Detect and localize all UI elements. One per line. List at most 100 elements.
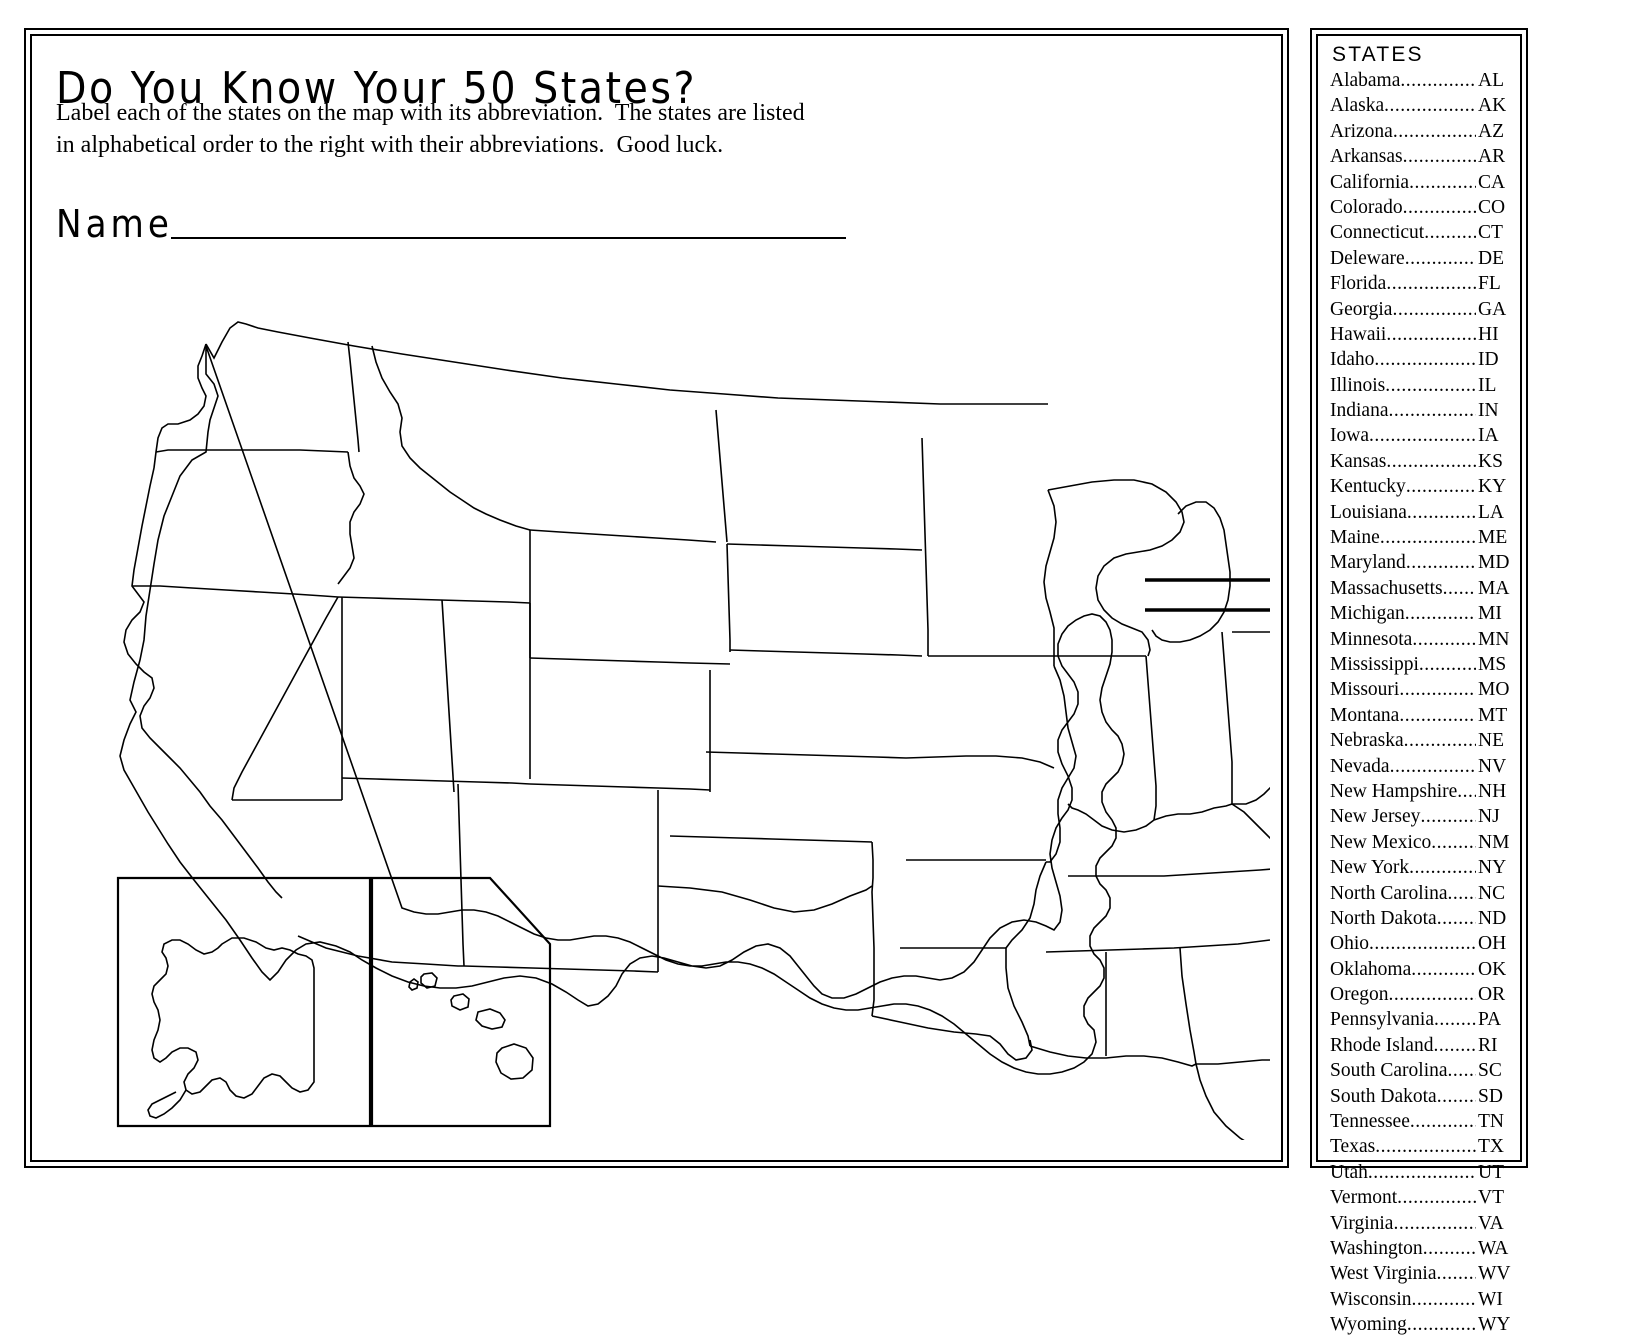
- state-abbreviation: MT: [1478, 704, 1508, 726]
- washington-oregon-border: [156, 450, 348, 452]
- state-list-item: Missouri................................…: [1330, 677, 1512, 702]
- west-coast-outline: [206, 322, 1048, 404]
- wyoming-colorado-border: [530, 658, 730, 664]
- dakotas-minnesota-border: [922, 438, 928, 656]
- gulf-coast-alabama-florida: [1030, 1046, 1196, 1066]
- state-abbreviation: WI: [1478, 1288, 1503, 1310]
- state-list-item: Virginia................................…: [1330, 1211, 1512, 1236]
- state-list-item: North Dakota............................…: [1330, 906, 1512, 931]
- hawaii-island-kauai: [421, 973, 437, 988]
- dot-leader: ........................................: [1409, 171, 1476, 193]
- state-abbreviation: MA: [1478, 577, 1510, 599]
- state-abbreviation: TX: [1478, 1136, 1504, 1158]
- state-list-item: Texas...................................…: [1330, 1134, 1512, 1159]
- instructions-line-2: in alphabetical order to the right with …: [56, 131, 724, 158]
- state-abbreviation: VA: [1478, 1212, 1504, 1234]
- lower-michigan-outline: [1152, 502, 1230, 642]
- dot-leader: ........................................: [1409, 1111, 1476, 1133]
- state-abbreviation: RI: [1478, 1034, 1498, 1056]
- state-abbreviation: DE: [1478, 247, 1504, 269]
- dot-leader: ........................................: [1384, 95, 1476, 117]
- worksheet-page: Do You Know Your 50 States? Label each o…: [0, 0, 1650, 1335]
- dot-leader: ........................................: [1379, 527, 1476, 549]
- state-list-item: Maine...................................…: [1330, 525, 1512, 550]
- indiana-ohio-border: [1222, 632, 1232, 804]
- instructions-line-1: Label each of the states on the map with…: [56, 100, 805, 126]
- hawaii-island-big-island: [496, 1044, 533, 1079]
- state-abbreviation: SC: [1478, 1060, 1502, 1082]
- hawaii-island-oahu: [451, 994, 469, 1010]
- state-name: Rhode Island: [1330, 1034, 1434, 1056]
- montana-north-dakota-border: [716, 410, 727, 542]
- dot-leader: ........................................: [1403, 730, 1476, 752]
- dot-leader: ........................................: [1404, 603, 1476, 625]
- dot-leader: ........................................: [1411, 1288, 1476, 1310]
- utah-arizona-border: [342, 778, 530, 784]
- dot-leader: ........................................: [1374, 349, 1476, 371]
- louisiana-mississippi-border: [1006, 948, 1030, 1046]
- state-abbreviation: NV: [1478, 755, 1507, 777]
- alaska-outline: [152, 938, 314, 1098]
- state-abbreviation: AK: [1478, 95, 1507, 117]
- state-name: New Jersey: [1330, 806, 1421, 828]
- state-list-item: Georgia.................................…: [1330, 297, 1512, 322]
- dot-leader: ........................................: [1389, 755, 1476, 777]
- washington-idaho-border: [348, 342, 359, 452]
- state-list-item: Maryland................................…: [1330, 550, 1512, 575]
- kentucky-virginia-border: [1232, 804, 1270, 866]
- state-abbreviation: ME: [1478, 527, 1508, 549]
- nebraska-kansas-border: [706, 752, 906, 758]
- state-name: Massachusetts: [1330, 577, 1443, 599]
- state-abbreviation: MO: [1478, 679, 1510, 701]
- state-list-item: Rhode Island............................…: [1330, 1033, 1512, 1058]
- state-name: Wisconsin: [1330, 1288, 1412, 1310]
- dot-leader: ........................................: [1433, 1034, 1476, 1056]
- state-name: Wyoming: [1330, 1314, 1407, 1336]
- name-write-in-line[interactable]: [170, 237, 846, 239]
- state-name: New Hampshire: [1330, 780, 1458, 802]
- leader-line-vermont: [1145, 528, 1270, 580]
- nevada-california-border: [232, 597, 338, 800]
- dot-leader: ........................................: [1397, 1187, 1476, 1209]
- state-list-item: Ohio....................................…: [1330, 931, 1512, 956]
- dot-leader: ........................................: [1436, 1263, 1477, 1285]
- oregon-california-coast: [124, 468, 282, 898]
- state-abbreviation: NC: [1478, 882, 1506, 904]
- state-abbreviation: FL: [1478, 273, 1501, 295]
- state-name: Vermont: [1330, 1187, 1398, 1209]
- state-list-item: Mississippi.............................…: [1330, 652, 1512, 677]
- leader-line-new-hampshire: [1145, 532, 1270, 610]
- state-list-item: Deleware................................…: [1330, 246, 1512, 271]
- colorado-south-border: [530, 784, 710, 790]
- dot-leader: ........................................: [1406, 501, 1476, 523]
- tennessee-south-border: [1046, 934, 1270, 952]
- lake-erie-ontario-border: [1232, 630, 1270, 632]
- dot-leader: ........................................: [1402, 196, 1476, 218]
- state-abbreviation: IL: [1478, 374, 1497, 396]
- alaska-inset-box: [118, 878, 370, 1126]
- state-list-item: Nevada..................................…: [1330, 754, 1512, 779]
- name-field-row: Name: [56, 205, 846, 243]
- state-name: Minnesota: [1330, 628, 1413, 650]
- state-name: Alabama: [1330, 70, 1401, 91]
- states-list: Alabama.................................…: [1330, 68, 1512, 1338]
- state-abbreviation: IA: [1478, 425, 1499, 447]
- dot-leader: ........................................: [1400, 70, 1476, 91]
- state-abbreviation: OH: [1478, 933, 1507, 955]
- dot-leader: ........................................: [1392, 120, 1476, 142]
- name-label: Name: [56, 202, 173, 246]
- state-abbreviation: WV: [1478, 1263, 1511, 1285]
- state-abbreviation: CA: [1478, 171, 1506, 193]
- kansas-oklahoma-border: [670, 836, 872, 842]
- state-list-item: New Jersey..............................…: [1330, 804, 1512, 829]
- hawaii-island-maui: [476, 1009, 505, 1029]
- state-name: Oklahoma: [1330, 958, 1412, 980]
- state-abbreviation: NM: [1478, 831, 1510, 853]
- state-list-item: Louisiana...............................…: [1330, 500, 1512, 525]
- dot-leader: ........................................: [1436, 907, 1476, 929]
- dot-leader: ........................................: [1386, 273, 1476, 295]
- dot-leader: ........................................: [1405, 476, 1476, 498]
- state-list-item: Wyoming.................................…: [1330, 1312, 1512, 1337]
- state-list-item: Arizona.................................…: [1330, 119, 1512, 144]
- state-name: South Carolina: [1330, 1060, 1448, 1082]
